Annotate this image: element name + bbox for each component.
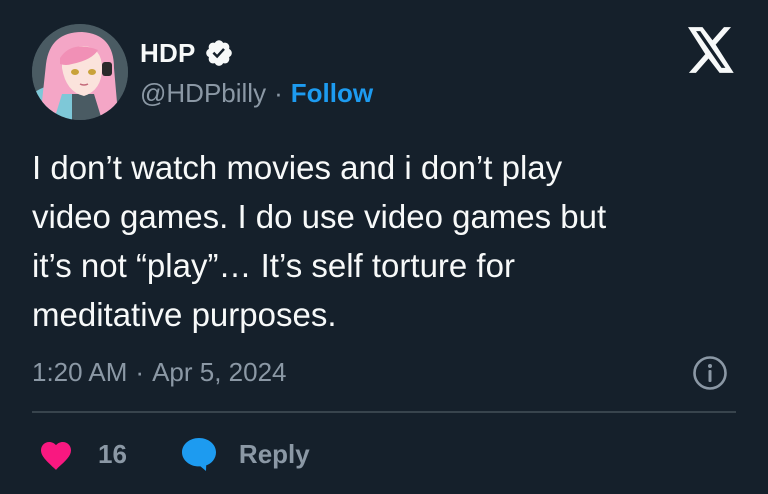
divider <box>32 411 736 413</box>
action-bar: 16 Reply <box>38 434 310 474</box>
heart-icon <box>38 437 74 471</box>
handle-row: @HDPbilly · Follow <box>140 75 373 111</box>
verified-badge-icon <box>204 38 234 68</box>
tweet-header: HDP @HDPbilly · Follow <box>32 24 373 120</box>
like-button[interactable]: 16 <box>38 437 127 471</box>
tweet-card: HDP @HDPbilly · Follow I don’t watch mov… <box>0 0 768 494</box>
avatar[interactable] <box>32 24 128 120</box>
display-name[interactable]: HDP <box>140 38 196 69</box>
reply-button[interactable]: Reply <box>179 436 310 472</box>
tweet-time: 1:20 AM <box>32 356 128 387</box>
tweet-date: Apr 5, 2024 <box>152 356 287 387</box>
tweet-text: I don’t watch movies and i don’t play vi… <box>32 149 607 333</box>
follow-button[interactable]: Follow <box>291 78 373 109</box>
x-logo-icon[interactable] <box>686 27 736 73</box>
reply-label: Reply <box>238 438 310 469</box>
info-icon[interactable] <box>692 355 728 391</box>
handle-separator: · <box>274 77 283 108</box>
name-row: HDP <box>140 33 373 73</box>
author-names: HDP @HDPbilly · Follow <box>140 24 373 120</box>
tweet-timestamp[interactable]: 1:20 AM · Apr 5, 2024 <box>32 350 287 394</box>
timestamp-separator: · <box>135 356 145 387</box>
reply-bubble-icon <box>179 436 219 472</box>
like-count: 16 <box>98 438 127 469</box>
author-handle[interactable]: @HDPbilly <box>140 78 266 109</box>
